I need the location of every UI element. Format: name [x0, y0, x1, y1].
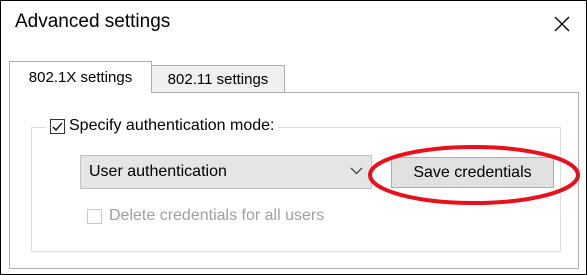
delete-credentials-label: Delete credentials for all users [109, 207, 325, 224]
specify-auth-mode-checkbox[interactable] [50, 118, 65, 134]
tab-802-1x-settings[interactable]: 802.1X settings [9, 61, 152, 93]
authentication-group-box [31, 127, 561, 252]
close-icon [554, 16, 570, 32]
tab-label: 802.11 settings [167, 70, 269, 88]
chevron-down-icon [350, 167, 363, 175]
dialog-title: Advanced settings [15, 11, 171, 32]
checkmark-icon [52, 122, 63, 131]
authentication-mode-value: User authentication [89, 163, 227, 180]
tab-802-11-settings[interactable]: 802.11 settings [152, 65, 285, 92]
specify-auth-mode-label: Specify authentication mode: [69, 117, 275, 134]
save-credentials-button[interactable]: Save credentials [391, 157, 554, 188]
specify-auth-mode-row: Specify authentication mode: [46, 114, 279, 138]
title-bar: Advanced settings [1, 1, 586, 51]
authentication-mode-select[interactable]: User authentication [80, 155, 372, 189]
tab-label: 802.1X settings [28, 69, 133, 86]
close-button[interactable] [538, 1, 586, 47]
delete-credentials-checkbox[interactable] [87, 208, 102, 224]
delete-credentials-row: Delete credentials for all users [87, 205, 324, 227]
tab-strip: 802.1X settings 802.11 settings [1, 61, 586, 93]
